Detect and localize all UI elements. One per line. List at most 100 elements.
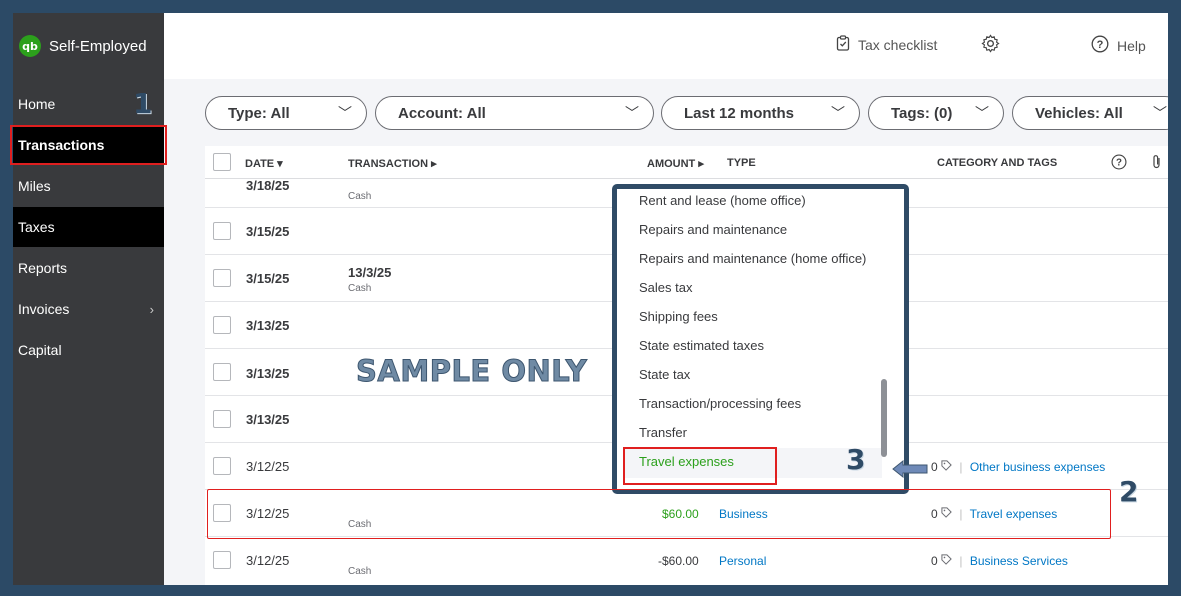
top-bar: Tax checklist ? Help xyxy=(164,13,1168,79)
vehicles-filter-dropdown[interactable]: Vehicles: All ﹀ xyxy=(1012,96,1168,130)
chevron-down-icon: ﹀ xyxy=(1153,105,1167,121)
sidebar-item-invoices[interactable]: Invoices › xyxy=(13,289,164,329)
annotation-number-1: 1 xyxy=(133,87,153,120)
transaction-column-header[interactable]: TRANSACTION ▸ xyxy=(348,157,437,170)
row-checkbox[interactable] xyxy=(213,363,231,381)
amount-column-header[interactable]: AMOUNT ▸ xyxy=(647,157,704,170)
menu-item-category[interactable]: Rent and lease (home office) xyxy=(639,193,806,208)
row-checkbox[interactable] xyxy=(213,457,231,475)
tax-checklist-link[interactable]: Tax checklist xyxy=(836,35,937,55)
sidebar-item-capital[interactable]: Capital xyxy=(13,330,164,370)
row-checkbox[interactable] xyxy=(213,316,231,334)
gear-icon xyxy=(981,34,1000,56)
row-date: 3/13/25 xyxy=(246,412,290,427)
row-account: Cash xyxy=(348,566,372,577)
help-button[interactable]: ? Help xyxy=(1091,35,1146,57)
sidebar-item-label: Transactions xyxy=(18,137,105,153)
account-filter-label: Account: All xyxy=(398,104,486,122)
menu-item-category[interactable]: State tax xyxy=(639,367,690,382)
period-filter-dropdown[interactable]: Last 12 months ﹀ xyxy=(661,96,860,130)
row-checkbox[interactable] xyxy=(213,222,231,240)
tag-count: 0 xyxy=(931,507,938,521)
row-tags[interactable]: 0 | Travel expenses xyxy=(931,507,1057,521)
menu-item-category[interactable]: Repairs and maintenance (home office) xyxy=(639,251,866,266)
type-column-header: TYPE xyxy=(727,157,756,169)
chevron-down-icon: ﹀ xyxy=(625,105,639,121)
annotation-number-2: 2 xyxy=(1119,475,1139,508)
divider: | xyxy=(959,554,963,568)
table-row[interactable]: 3/12/25 Cash -$60.00 Personal 0 | Busine… xyxy=(205,537,1168,585)
row-category-link[interactable]: Travel expenses xyxy=(970,507,1058,521)
tag-count: 0 xyxy=(931,460,938,474)
row-category-link[interactable]: Business Services xyxy=(970,554,1068,568)
app-window: qb Self-Employed Home Transactions Miles… xyxy=(13,13,1168,585)
sidebar-item-reports[interactable]: Reports xyxy=(13,248,164,288)
type-filter-dropdown[interactable]: Type: All ﹀ xyxy=(205,96,367,130)
row-date: 3/12/25 xyxy=(246,459,290,474)
menu-item-category[interactable]: State estimated taxes xyxy=(639,338,764,353)
type-filter-label: Type: All xyxy=(228,104,290,122)
help-circle-icon: ? xyxy=(1091,35,1109,57)
row-date: 3/12/25 xyxy=(246,506,290,521)
sidebar-item-label: Reports xyxy=(18,260,68,276)
sidebar-item-label: Miles xyxy=(18,178,51,194)
help-circle-icon[interactable]: ? xyxy=(1111,154,1127,173)
sidebar-item-label: Home xyxy=(18,96,56,112)
divider: | xyxy=(959,460,963,474)
row-checkbox[interactable] xyxy=(213,410,231,428)
row-date: 3/13/25 xyxy=(246,318,290,333)
tags-filter-dropdown[interactable]: Tags: (0) ﹀ xyxy=(868,96,1004,130)
sidebar-item-miles[interactable]: Miles xyxy=(13,166,164,206)
table-header: DATE ▾ TRANSACTION ▸ AMOUNT ▸ TYPE CATEG… xyxy=(205,146,1168,179)
select-all-checkbox[interactable] xyxy=(213,153,231,171)
row-date: 3/12/25 xyxy=(246,553,290,568)
category-column-header: CATEGORY AND TAGS xyxy=(937,157,1058,169)
row-account: Cash xyxy=(348,519,372,530)
row-tags[interactable]: 0 | Business Services xyxy=(931,554,1068,568)
annotation-arrow-icon xyxy=(892,460,928,478)
clipboard-check-icon xyxy=(836,35,850,55)
chevron-down-icon: ﹀ xyxy=(975,105,989,121)
row-type-link[interactable]: Personal xyxy=(719,554,766,568)
menu-item-category[interactable]: Shipping fees xyxy=(639,309,718,324)
tag-icon xyxy=(941,507,955,521)
settings-gear-button[interactable] xyxy=(981,34,1000,56)
row-date: 3/18/25 xyxy=(246,178,290,193)
table-row[interactable]: 3/12/25 Cash $60.00 Business 0 | Travel … xyxy=(205,490,1168,537)
row-date: 3/15/25 xyxy=(246,271,290,286)
dropdown-scrollbar[interactable] xyxy=(881,379,887,457)
row-checkbox[interactable] xyxy=(213,504,231,522)
menu-item-category[interactable]: Transfer xyxy=(639,425,687,440)
svg-text:?: ? xyxy=(1097,39,1104,51)
paperclip-icon[interactable] xyxy=(1152,154,1162,173)
sidebar-item-taxes[interactable]: Taxes xyxy=(13,207,164,247)
brand[interactable]: qb Self-Employed xyxy=(13,13,164,79)
row-checkbox[interactable] xyxy=(213,269,231,287)
row-date: 3/13/25 xyxy=(246,366,290,381)
menu-item-travel-expenses[interactable]: Travel expenses xyxy=(639,454,734,469)
sidebar-item-label: Capital xyxy=(18,342,62,358)
sidebar-item-label: Taxes xyxy=(18,219,55,235)
account-filter-dropdown[interactable]: Account: All ﹀ xyxy=(375,96,654,130)
sidebar-item-transactions[interactable]: Transactions xyxy=(13,125,164,165)
chevron-right-icon: › xyxy=(149,301,154,317)
vehicles-filter-label: Vehicles: All xyxy=(1035,104,1123,122)
row-account: Cash xyxy=(348,191,372,202)
menu-item-category[interactable]: Sales tax xyxy=(639,280,692,295)
tags-filter-label: Tags: (0) xyxy=(891,104,953,122)
date-column-header[interactable]: DATE ▾ xyxy=(245,157,283,170)
brand-name: Self-Employed xyxy=(49,37,147,55)
help-label: Help xyxy=(1117,38,1146,54)
row-type-link[interactable]: Business xyxy=(719,507,768,521)
chevron-down-icon: ﹀ xyxy=(831,105,845,121)
row-account: Cash xyxy=(348,283,372,294)
menu-item-category[interactable]: Repairs and maintenance xyxy=(639,222,787,237)
tag-icon xyxy=(941,460,955,474)
row-checkbox[interactable] xyxy=(213,551,231,569)
tag-count: 0 xyxy=(931,554,938,568)
quickbooks-logo-icon: qb xyxy=(19,35,41,57)
row-category-link[interactable]: Other business expenses xyxy=(970,460,1105,474)
tag-icon xyxy=(941,554,955,568)
row-tags[interactable]: 0 | Other business expenses xyxy=(931,460,1105,474)
menu-item-category[interactable]: Transaction/processing fees xyxy=(639,396,801,411)
